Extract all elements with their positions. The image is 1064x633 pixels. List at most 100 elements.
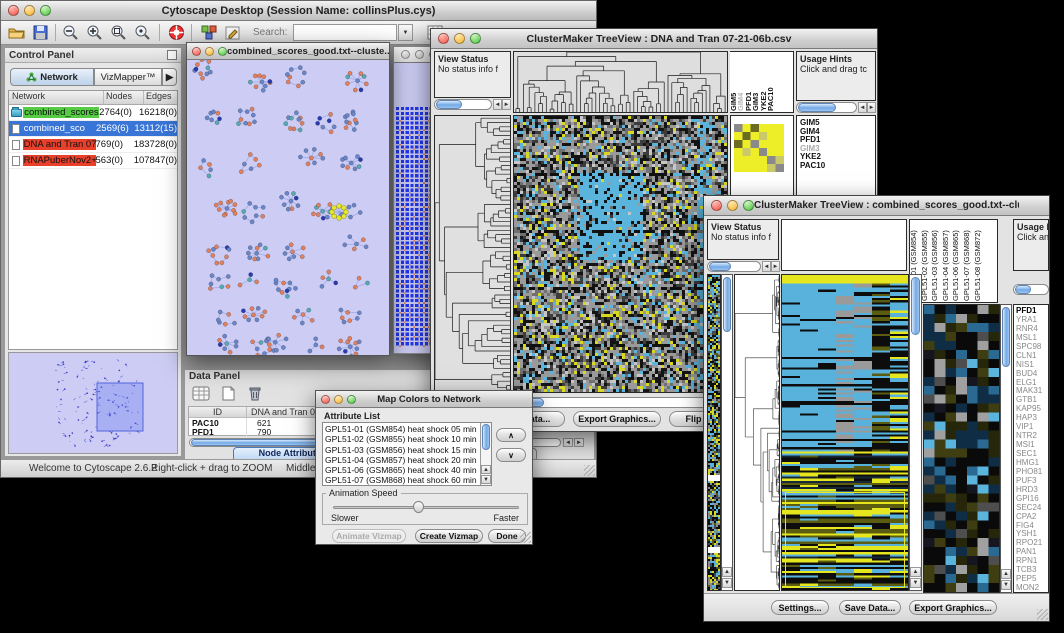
zoom-heatmap-canvas[interactable]: [923, 304, 1000, 593]
scroll-right-icon[interactable]: ►: [771, 261, 780, 272]
gene-list-item[interactable]: MON2: [1016, 583, 1048, 592]
scroll-left-icon[interactable]: ◄: [493, 99, 502, 110]
resize-grip[interactable]: [584, 465, 595, 476]
close-icon[interactable]: [438, 33, 449, 44]
network-overview-map[interactable]: [9, 353, 177, 453]
scroll-down-icon[interactable]: ▼: [910, 578, 921, 588]
treeview-combined-titlebar[interactable]: ClusterMaker TreeView : combined_scores_…: [704, 196, 1049, 216]
data-col-id[interactable]: ID: [189, 407, 247, 417]
column-dendrogram[interactable]: [781, 219, 907, 271]
zoom-window-icon[interactable]: [218, 47, 227, 56]
open-file-icon[interactable]: [7, 23, 26, 42]
view-status-hscrollbar[interactable]: [434, 99, 492, 110]
minimize-icon[interactable]: [415, 50, 424, 59]
zoom-selected-icon[interactable]: [109, 23, 128, 42]
network-overview-panel[interactable]: [8, 352, 178, 454]
gene-list-item[interactable]: PAC10: [800, 161, 875, 170]
network-table-row[interactable]: combined_sco2569(6)13112(15): [9, 121, 177, 137]
gene-list-item[interactable]: MAK31: [1016, 386, 1048, 395]
vizmapper-icon[interactable]: [199, 23, 218, 42]
gene-list-item[interactable]: PFD1: [800, 135, 875, 144]
attribute-list-item[interactable]: GPL51-06 (GSM865) heat shock 40 min: [325, 465, 478, 475]
minimize-icon[interactable]: [205, 47, 214, 56]
usage-hints-hscrollbar[interactable]: [1013, 284, 1049, 295]
gene-list-item[interactable]: HMG1: [1016, 458, 1048, 467]
scrollbar-thumb[interactable]: [1002, 307, 1010, 367]
gene-list-item[interactable]: SEC1: [1016, 449, 1048, 458]
gene-list-item[interactable]: YSH1: [1016, 529, 1048, 538]
scrollbar-thumb[interactable]: [1015, 285, 1031, 294]
gene-list-item[interactable]: HRD3: [1016, 485, 1048, 494]
gene-list-item[interactable]: PFD1: [1016, 306, 1048, 315]
save-icon[interactable]: [31, 23, 50, 42]
gene-list-item[interactable]: GIM3: [800, 144, 875, 153]
attribute-list-item[interactable]: GPL51-01 (GSM854) heat shock 05 min: [325, 424, 478, 434]
gene-list-item[interactable]: GIM5: [800, 118, 875, 127]
annotation-icon[interactable]: [223, 23, 242, 42]
scroll-up-icon[interactable]: ▲: [910, 567, 921, 577]
search-dropdown-button[interactable]: ▼: [398, 24, 413, 41]
minimize-icon[interactable]: [727, 200, 738, 211]
gene-list-item[interactable]: GIM4: [800, 127, 875, 136]
gene-list-item[interactable]: BUD4: [1016, 369, 1048, 378]
overview-vscrollbar[interactable]: ▲ ▼: [721, 274, 733, 591]
zoom-fit-icon[interactable]: [133, 23, 152, 42]
scrollbar-thumb[interactable]: [723, 277, 731, 332]
move-up-button[interactable]: ∧: [496, 428, 526, 442]
gene-list-item[interactable]: ELG1: [1016, 378, 1048, 387]
network-front-titlebar[interactable]: combined_scores_good.txt--cluste...: [187, 43, 389, 60]
tab-vizmapper[interactable]: VizMapper™: [94, 68, 162, 86]
gene-list-item[interactable]: RPO21: [1016, 538, 1048, 547]
gene-list-item[interactable]: GPI16: [1016, 494, 1048, 503]
scroll-left-icon[interactable]: ◄: [762, 261, 771, 272]
scroll-right-icon[interactable]: ►: [574, 438, 584, 447]
zoom-window-icon[interactable]: [347, 395, 356, 404]
gene-list-item[interactable]: CLN1: [1016, 351, 1048, 360]
move-down-button[interactable]: ∨: [496, 448, 526, 462]
network-canvas[interactable]: [187, 60, 389, 355]
gene-list-item[interactable]: RNR4: [1016, 324, 1048, 333]
scrollbar-thumb[interactable]: [436, 100, 462, 109]
correlation-matrix[interactable]: [734, 124, 784, 172]
minimize-icon[interactable]: [334, 395, 343, 404]
window-controls[interactable]: [1, 5, 51, 16]
heatmap-canvas[interactable]: [781, 274, 909, 591]
scroll-down-icon[interactable]: ▼: [1001, 580, 1011, 590]
global-overview-strip[interactable]: [707, 274, 721, 591]
delete-attribute-icon[interactable]: [245, 384, 264, 403]
close-icon[interactable]: [401, 50, 410, 59]
network-table-row[interactable]: DNA and Tran 07769(0)183728(0): [9, 137, 177, 153]
scroll-down-icon[interactable]: ▼: [722, 578, 732, 588]
gene-list-item[interactable]: PUF3: [1016, 476, 1048, 485]
close-icon[interactable]: [321, 395, 330, 404]
export-graphics-button[interactable]: Export Graphics...: [573, 411, 661, 427]
gene-list-item[interactable]: VIP1: [1016, 422, 1048, 431]
export-graphics-button[interactable]: Export Graphics...: [909, 600, 997, 615]
scroll-down-icon[interactable]: ▼: [481, 475, 491, 484]
network-table-row[interactable]: combined_scores2764(0)16218(0): [9, 105, 177, 121]
float-panel-icon[interactable]: [167, 50, 177, 60]
gene-list-item[interactable]: NIS1: [1016, 360, 1048, 369]
gene-list-item[interactable]: FIG4: [1016, 521, 1048, 530]
heatmap-canvas[interactable]: [513, 115, 728, 393]
gene-list-item[interactable]: PAN1: [1016, 547, 1048, 556]
column-dendrogram[interactable]: [513, 51, 728, 113]
zoom-window-icon[interactable]: [743, 200, 754, 211]
col-header-nodes[interactable]: Nodes: [104, 91, 144, 104]
gene-list-item[interactable]: YKE2: [800, 152, 875, 161]
col-header-network[interactable]: Network: [9, 91, 104, 104]
scroll-right-icon[interactable]: ►: [502, 99, 511, 110]
scroll-up-icon[interactable]: ▲: [722, 567, 732, 577]
scrollbar-thumb[interactable]: [798, 103, 836, 112]
heatmap-vscrollbar[interactable]: ▲ ▼: [909, 274, 922, 591]
col-header-edges[interactable]: Edges: [144, 91, 177, 104]
animate-vizmap-button[interactable]: Animate Vizmap: [332, 529, 406, 543]
dialog-titlebar[interactable]: Map Colors to Network: [316, 391, 532, 408]
scrollbar-thumb[interactable]: [482, 424, 490, 450]
create-vizmap-button[interactable]: Create Vizmap: [415, 529, 483, 543]
gene-list-item[interactable]: CPA2: [1016, 512, 1048, 521]
row-dendrogram[interactable]: [434, 115, 511, 393]
tab-overflow-arrow[interactable]: ▶: [162, 68, 177, 86]
zoom-out-icon[interactable]: [61, 23, 80, 42]
new-attribute-icon[interactable]: [219, 384, 238, 403]
